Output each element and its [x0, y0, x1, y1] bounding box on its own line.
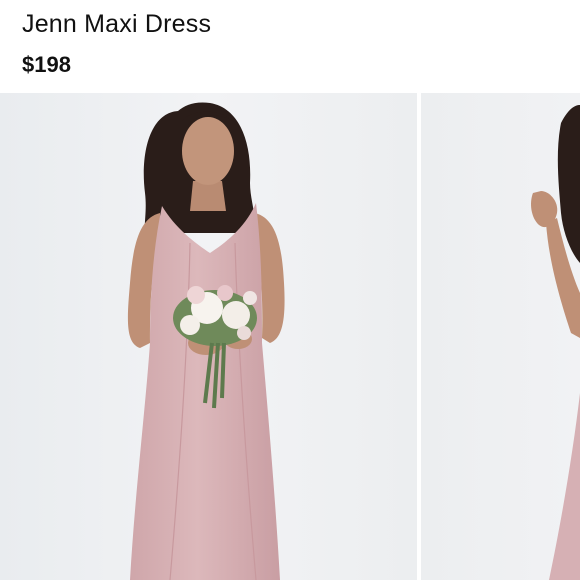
product-header: Jenn Maxi Dress $198 [0, 0, 580, 93]
product-price: $198 [22, 52, 71, 77]
product-photo-next[interactable] [421, 93, 580, 580]
image-carousel[interactable] [0, 93, 580, 580]
product-photo-main[interactable] [0, 93, 417, 580]
product-title: Jenn Maxi Dress [22, 10, 212, 38]
model-illustration [0, 93, 417, 580]
model-side-illustration [421, 93, 580, 580]
